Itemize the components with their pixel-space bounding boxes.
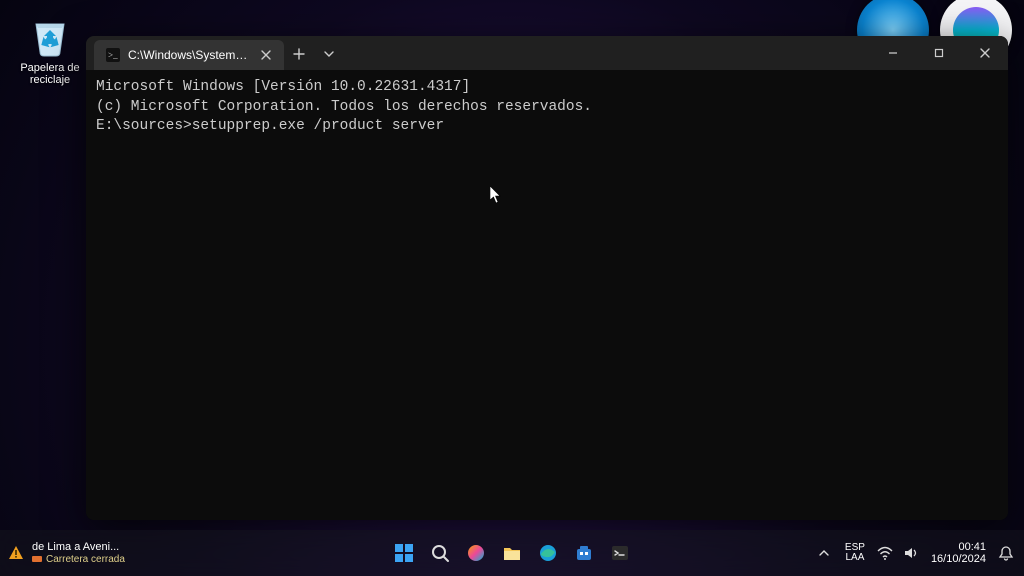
taskbar: de Lima a Aveni... Carretera cerrada [0,530,1024,576]
recycle-bin-desktop-icon[interactable]: Papelera de reciclaje [10,10,90,86]
terminal-tab[interactable]: >_ C:\Windows\System32\cmd.e [94,40,284,70]
taskbar-right: ESP LAA 00:41 16/10/2024 [815,539,1024,567]
terminal-prompt: E:\sources> [96,118,192,134]
recycle-bin-label: Papelera de reciclaje [10,62,90,86]
terminal-taskbar-icon[interactable] [606,539,634,567]
svg-text:>_: >_ [108,50,118,60]
tab-close-button[interactable] [258,47,274,63]
explorer-taskbar-icon[interactable] [498,539,526,567]
taskbar-news-widget[interactable]: de Lima a Aveni... Carretera cerrada [0,541,125,564]
wifi-icon[interactable] [877,545,893,561]
volume-icon[interactable] [903,545,919,561]
news-subtitle: Carretera cerrada [46,554,125,565]
language-indicator[interactable]: ESP LAA [845,543,865,564]
lang-bottom: LAA [845,553,865,564]
copilot-taskbar-icon[interactable] [462,539,490,567]
tray-chevron-up-icon[interactable] [815,539,833,567]
terminal-line: (c) Microsoft Corporation. Todos los der… [96,99,592,115]
window-titlebar[interactable]: >_ C:\Windows\System32\cmd.e [86,36,1008,70]
new-tab-button[interactable] [284,38,314,70]
start-button[interactable] [390,539,418,567]
date: 16/10/2024 [931,553,986,565]
news-title: de Lima a Aveni... [32,541,125,553]
edge-taskbar-icon[interactable] [534,539,562,567]
cmd-icon: >_ [106,48,120,62]
terminal-command: setupprep.exe /product server [192,118,444,134]
search-button[interactable] [426,539,454,567]
store-taskbar-icon[interactable] [570,539,598,567]
clock[interactable]: 00:41 16/10/2024 [931,541,986,565]
notifications-icon[interactable] [998,545,1014,561]
tab-title: C:\Windows\System32\cmd.e [128,48,250,62]
close-button[interactable] [962,36,1008,70]
warning-icon [8,545,24,561]
terminal-body[interactable]: Microsoft Windows [Versión 10.0.22631.43… [86,70,1008,520]
traffic-icon [32,554,42,564]
recycle-bin-icon [26,10,74,58]
taskbar-center [390,539,634,567]
time: 00:41 [931,541,986,553]
terminal-window: >_ C:\Windows\System32\cmd.e Microso [86,36,1008,520]
tab-dropdown-button[interactable] [314,38,344,70]
maximize-button[interactable] [916,36,962,70]
terminal-line: Microsoft Windows [Versión 10.0.22631.43… [96,79,470,95]
minimize-button[interactable] [870,36,916,70]
